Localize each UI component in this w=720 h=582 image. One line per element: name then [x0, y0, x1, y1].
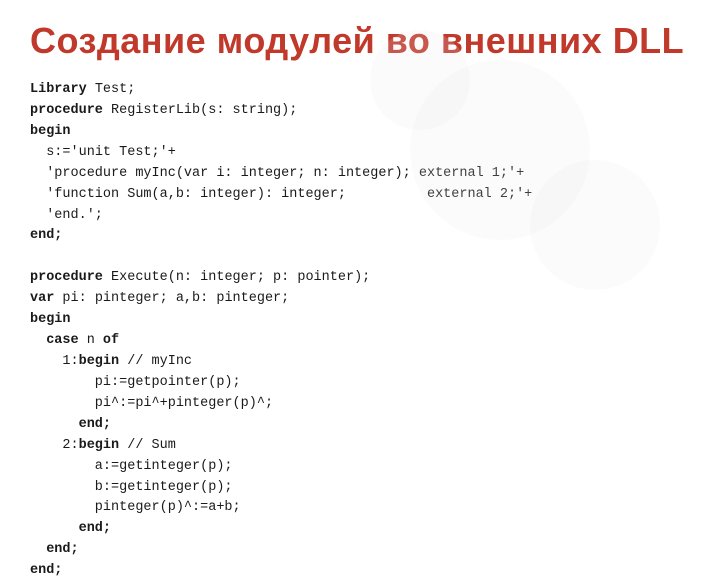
code-line-5: 'procedure myInc(var i: integer; n: inte…: [30, 166, 524, 181]
code-line-9: procedure Execute(n: integer; p: pointer…: [30, 270, 370, 285]
code-line-15: pi^:=pi^+pinteger(p)^;: [30, 396, 273, 411]
code-line-3: begin: [30, 124, 71, 139]
code-line-17: 2:begin // Sum: [30, 438, 176, 453]
code-line-11: begin: [30, 312, 71, 327]
code-line-20: pinteger(p)^:=a+b;: [30, 500, 241, 515]
slide-title: Создание модулей во внешних DLL: [30, 20, 690, 62]
code-line-2: procedure RegisterLib(s: string);: [30, 103, 297, 118]
code-line-18: a:=getinteger(p);: [30, 459, 233, 474]
code-line-16: end;: [30, 417, 111, 432]
code-line-4: s:='unit Test;'+: [30, 145, 176, 160]
code-line-1: Library Test;: [30, 82, 135, 97]
code-block: Library Test; procedure RegisterLib(s: s…: [30, 80, 690, 582]
code-line-10: var pi: pinteger; a,b: pinteger;: [30, 291, 289, 306]
code-line-21: end;: [30, 521, 111, 536]
code-line-22: end;: [30, 542, 79, 557]
code-line-23: end;: [30, 563, 62, 578]
slide: Создание модулей во внешних DLL Library …: [0, 0, 720, 540]
code-line-7: 'end.';: [30, 208, 103, 223]
code-line-6: 'function Sum(a,b: integer): integer; ex…: [30, 187, 532, 202]
code-line-19: b:=getinteger(p);: [30, 480, 233, 495]
code-line-12: case n of: [30, 333, 119, 348]
code-line-8: end;: [30, 228, 62, 243]
code-line-13: 1:begin // myInc: [30, 354, 192, 369]
code-line-14: pi:=getpointer(p);: [30, 375, 241, 390]
code-line-blank: [30, 249, 38, 264]
